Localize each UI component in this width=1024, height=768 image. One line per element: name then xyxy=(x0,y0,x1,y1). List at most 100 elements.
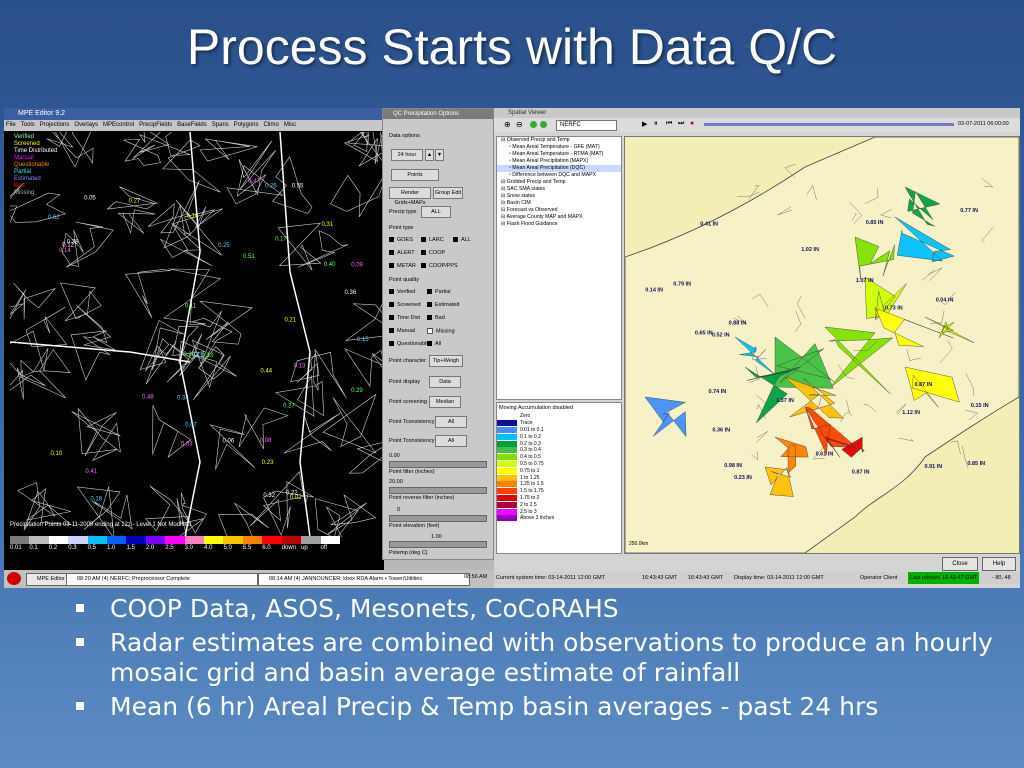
tree-item[interactable]: ⊟ SAC SMA states xyxy=(497,186,621,193)
basin-outline xyxy=(117,209,156,234)
point-quality-option[interactable]: Missing xyxy=(427,328,455,334)
point-quality-option[interactable]: Questionable xyxy=(389,341,429,347)
tree-item[interactable]: ⊟ Flash Flood Guidance xyxy=(497,221,621,228)
checkbox-icon[interactable] xyxy=(389,328,394,334)
point-quality-option[interactable]: Screened xyxy=(389,302,421,308)
tree-item-label: Average County MAP and MAPX xyxy=(506,214,583,220)
tree-item[interactable]: ▫ Mean Areal Temperature - RTMA (MAT) xyxy=(497,151,621,158)
skip-forward-icon[interactable]: ⏭ xyxy=(678,120,684,128)
checkbox-icon[interactable] xyxy=(421,250,426,256)
point-type-option[interactable]: COOP xyxy=(421,250,445,256)
point-sconsistency-select[interactable]: All xyxy=(435,435,467,447)
point-display-select[interactable]: Data xyxy=(429,376,461,388)
mpe-menu-item[interactable]: Misc xyxy=(284,122,296,128)
checkbox-icon[interactable] xyxy=(427,289,432,295)
tree-item[interactable]: ⊟ Observed Precip and Temp xyxy=(497,137,621,144)
elevation-slider[interactable] xyxy=(389,541,487,548)
checkbox-icon[interactable] xyxy=(421,263,426,269)
point-type-option[interactable]: ALERT xyxy=(389,250,415,256)
mpe-menu-item[interactable]: Polygons xyxy=(234,122,259,128)
point-type-option[interactable]: GOES xyxy=(389,237,413,243)
tree-item[interactable]: ⊟ Snow states xyxy=(497,193,621,200)
taskbar-alert-1[interactable]: 08:20 AM (4) NERFC: Preprocessor Complet… xyxy=(66,573,258,586)
mpe-title-bar[interactable]: MPE Editor 9.2 xyxy=(4,108,384,120)
mpe-menu-item[interactable]: MPEcontrol xyxy=(103,122,134,128)
checkbox-icon[interactable] xyxy=(389,315,394,321)
mpe-precip-map[interactable]: 0.12 0.27 0.41 0.33 0.18 0.06 0.23 0.09 0.51 0.15… xyxy=(10,132,382,537)
reverse-filter-slider[interactable] xyxy=(389,515,487,522)
tree-item[interactable]: ▫ Mean Areal Temperature - GFE (MAT) xyxy=(497,144,621,151)
checkbox-icon[interactable] xyxy=(389,250,394,256)
zoom-in-icon[interactable]: ⊕ xyxy=(504,120,511,129)
point-tconsistency-select[interactable]: All xyxy=(435,416,467,428)
point-screening-select[interactable]: Median xyxy=(429,396,461,408)
point-type-option[interactable]: ALL xyxy=(453,237,471,243)
checkbox-icon[interactable] xyxy=(389,341,394,347)
point-type-option[interactable]: COOP/PPS xyxy=(421,263,458,269)
tree-item[interactable]: ⊟ Average County MAP and MAPX xyxy=(497,214,621,221)
help-button[interactable]: Help xyxy=(982,557,1016,571)
point-quality-option[interactable]: Bad xyxy=(427,315,445,321)
point-quality-option[interactable]: Time Dist xyxy=(389,315,420,321)
arrow-down-button[interactable]: ▼ xyxy=(435,149,444,161)
close-button[interactable]: Close xyxy=(942,557,978,571)
pause-icon[interactable]: ⏸ xyxy=(654,120,658,128)
checkbox-icon[interactable] xyxy=(427,302,432,308)
tree-item[interactable]: ▫ Mean Areal Precipitation (MAPX) xyxy=(497,158,621,165)
mpe-menu-item[interactable]: Overlays xyxy=(74,122,98,128)
checkbox-icon[interactable] xyxy=(389,302,394,308)
checkbox-icon[interactable] xyxy=(427,328,433,334)
rfc-select[interactable]: NERFC xyxy=(556,120,617,131)
checkbox-icon[interactable] xyxy=(389,237,394,243)
points-select[interactable]: Points xyxy=(391,169,439,181)
green-status-icon-2[interactable] xyxy=(540,121,547,128)
group-edit-button[interactable]: Group Edit xyxy=(433,187,463,199)
green-status-icon[interactable] xyxy=(530,121,537,128)
layer-tree[interactable]: ⊟ Observed Precip and Temp ▫ Mean Areal T… xyxy=(496,136,622,400)
skip-back-icon[interactable]: ⏮ xyxy=(666,120,672,128)
spatial-title-bar[interactable]: Spatial Viewer xyxy=(494,108,1020,118)
northeast-precip-map[interactable]: 0.14 IN 0.73 IN 0.23 IN 0.41 IN 0.36 IN 0.98 … xyxy=(624,136,1020,554)
tree-item[interactable]: ▫ Mean Areal Precipitation (DQC) xyxy=(497,165,621,172)
zoom-out-icon[interactable]: ⊖ xyxy=(516,120,523,129)
point-quality-option[interactable]: Estimated xyxy=(427,302,459,308)
hours-select[interactable]: 24 hour xyxy=(391,149,423,161)
time-slider[interactable] xyxy=(704,123,954,126)
point-filter-slider[interactable] xyxy=(389,487,487,494)
tree-item[interactable]: ⊟ Forecast vs Observed xyxy=(497,207,621,214)
play-icon[interactable]: ▶ xyxy=(642,120,647,128)
point-quality-option[interactable]: Verified xyxy=(389,289,415,295)
point-quality-option[interactable]: Manual xyxy=(389,328,415,334)
slider-1[interactable] xyxy=(389,461,487,468)
redhat-logo-icon[interactable] xyxy=(7,572,21,585)
mpe-menu-item[interactable]: BaseFields xyxy=(177,122,207,128)
point-quality-option[interactable]: All xyxy=(427,341,441,347)
point-quality-option[interactable]: Partial xyxy=(427,289,451,295)
tree-item[interactable]: ⊟ Basin CIM xyxy=(497,200,621,207)
mpe-menu-bar[interactable]: File Tools Projections Overlays MPEcontrol Pr… xyxy=(4,120,384,131)
precip-type-select[interactable]: ALL xyxy=(421,206,451,218)
mpe-menu-item[interactable]: Projections xyxy=(40,122,70,128)
checkbox-icon[interactable] xyxy=(427,315,432,321)
checkbox-icon[interactable] xyxy=(453,237,458,243)
mpe-menu-item[interactable]: File xyxy=(6,122,16,128)
point-type-option[interactable]: METAR xyxy=(389,263,416,269)
arrow-up-button[interactable]: ▲ xyxy=(425,149,434,161)
record-icon[interactable]: ● xyxy=(690,120,694,127)
checkbox-icon[interactable] xyxy=(427,341,432,347)
legend-label: Zero xyxy=(520,413,531,420)
tree-item[interactable]: ⊟ Gridded Precip and Temp xyxy=(497,179,621,186)
checkbox-icon[interactable] xyxy=(421,237,426,243)
taskbar-alert-2[interactable]: 08:14 AM (4) JANNOUNCER: kbox RDA Alarm … xyxy=(258,573,470,586)
point-type-option[interactable]: LARC xyxy=(421,237,444,243)
mpe-menu-item[interactable]: PrecipFields xyxy=(139,122,172,128)
tree-item[interactable]: ▫ Difference between DQC and MAPX xyxy=(497,172,621,179)
mpe-menu-item[interactable]: Climo xyxy=(263,122,278,128)
dialog-title-bar[interactable]: QC Precipitation Options xyxy=(383,109,493,119)
mpe-menu-item[interactable]: Spans xyxy=(212,122,229,128)
mpe-menu-item[interactable]: Tools xyxy=(21,122,35,128)
checkbox-icon[interactable] xyxy=(389,263,394,269)
render-grids-button[interactable]: Render Grids+MAPs xyxy=(389,187,431,206)
point-character-select[interactable]: Tip+Weigh xyxy=(429,355,463,367)
checkbox-icon[interactable] xyxy=(389,289,394,295)
